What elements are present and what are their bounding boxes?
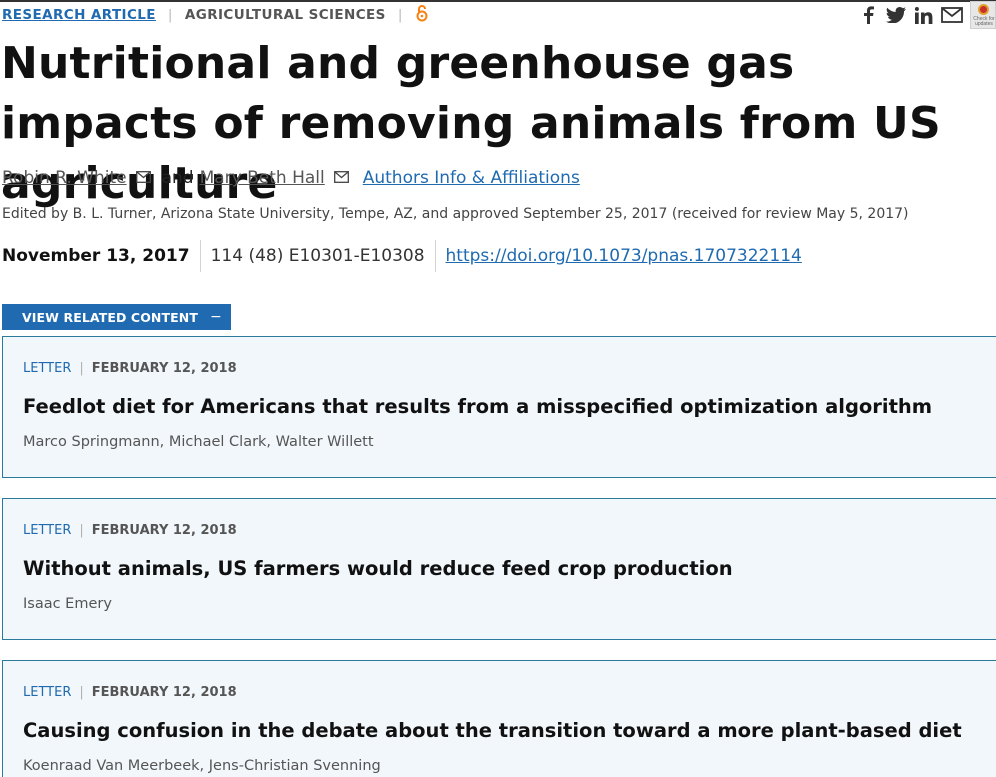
author-link[interactable]: Robin R. White [2,168,127,188]
publication-info-row: November 13, 2017 114 (48) E10301-E10308… [2,240,802,272]
letter-title-link[interactable]: Causing confusion in the debate about th… [23,719,962,742]
linkedin-icon[interactable] [910,3,938,27]
divider [199,240,201,272]
letter-meta: LETTER | FEBRUARY 12, 2018 [23,359,237,377]
button-label: VIEW RELATED CONTENT [22,309,198,325]
author-conjunction: and [161,168,194,188]
letter-type: LETTER [23,684,72,700]
letter-type: LETTER [23,360,72,376]
article-type-link[interactable]: RESEARCH ARTICLE [2,7,156,23]
publication-date: November 13, 2017 [2,246,190,266]
letter-meta: LETTER | FEBRUARY 12, 2018 [23,521,237,539]
letter-authors: Marco Springmann, Michael Clark, Walter … [23,434,374,450]
letter-meta: LETTER | FEBRUARY 12, 2018 [23,683,237,701]
letter-date: FEBRUARY 12, 2018 [91,684,237,700]
letter-authors: Isaac Emery [23,596,112,612]
article-meta-row: RESEARCH ARTICLE | AGRICULTURAL SCIENCES… [2,5,429,25]
letter-type: LETTER [23,522,72,538]
subject-link[interactable]: AGRICULTURAL SCIENCES [185,7,386,23]
citation-volume: 114 (48) E10301-E10308 [210,246,425,266]
badge-text: Check for updates [973,16,995,27]
letter-authors: Koenraad Van Meerbeek, Jens-Christian Sv… [23,758,381,774]
author-line: Robin R. White and Mary Beth Hall Author… [2,166,580,190]
author-link[interactable]: Mary Beth Hall [200,168,325,188]
letter-title-link[interactable]: Without animals, US farmers would reduce… [23,557,733,580]
top-rule [0,0,996,2]
related-letter-card[interactable]: LETTER | FEBRUARY 12, 2018 Feedlot diet … [2,336,996,478]
letter-date: FEBRUARY 12, 2018 [91,522,237,538]
meta-separator: | [167,7,173,23]
facebook-icon[interactable] [854,3,882,27]
letter-date: FEBRUARY 12, 2018 [91,360,237,376]
edited-by-note: Edited by B. L. Turner, Arizona State Un… [2,206,909,222]
related-letter-card[interactable]: LETTER | FEBRUARY 12, 2018 Causing confu… [2,660,996,777]
related-letter-card[interactable]: LETTER | FEBRUARY 12, 2018 Without anima… [2,498,996,640]
authors-info-affiliations-link[interactable]: Authors Info & Affiliations [363,168,580,188]
author-email-icon[interactable] [135,168,153,183]
open-access-icon [415,4,429,26]
meta-separator: | [397,7,403,23]
divider [434,240,436,272]
meta-separator: | [79,360,84,376]
collapse-icon: − [209,309,222,325]
meta-separator: | [79,684,84,700]
author-email-icon[interactable] [333,168,351,183]
view-related-content-button[interactable]: VIEW RELATED CONTENT − [2,304,231,330]
check-for-updates-badge[interactable]: Check for updates [970,1,996,29]
email-icon[interactable] [938,3,966,27]
letter-title-link[interactable]: Feedlot diet for Americans that results … [23,395,932,418]
twitter-icon[interactable] [882,3,910,27]
doi-link[interactable]: https://doi.org/10.1073/pnas.1707322114 [446,246,802,266]
share-toolbar: Check for updates [854,1,996,29]
crossmark-icon [978,4,989,15]
meta-separator: | [79,522,84,538]
